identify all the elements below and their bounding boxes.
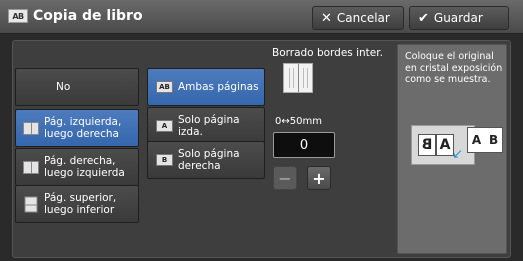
instruction-panel: Coloque el original en cristal exposició… (397, 44, 507, 254)
check-icon: ✔ (418, 10, 429, 26)
save-button[interactable]: ✔ Guardar (409, 6, 509, 30)
option-both-pages[interactable]: AB Ambas páginas (147, 68, 265, 106)
cancel-button[interactable]: ✕ Cancelar (312, 6, 404, 30)
arrow-icon: ↙ (452, 147, 463, 162)
window: AB Copia de libro ✕ Cancelar ✔ Guardar N… (0, 0, 523, 261)
range-label: 0↔50mm (275, 116, 322, 127)
title-bar: AB Copia de libro ✕ Cancelar ✔ Guardar (0, 0, 523, 34)
decrement-button[interactable]: − (273, 166, 297, 190)
option-left-page-only[interactable]: A Solo página izda. (147, 107, 265, 145)
option-top-then-bottom[interactable]: Pág. superior, luego inferior (15, 185, 139, 223)
result-pages: A B (467, 127, 503, 153)
result-page-a: A (471, 133, 482, 147)
book-gutter-icon (283, 63, 313, 93)
close-icon: ✕ (321, 10, 332, 26)
option-right-then-left[interactable]: Pág. derecha, luego izquierda (15, 148, 139, 186)
save-label: Guardar (433, 11, 483, 25)
option-label: Pág. superior, luego inferior (44, 192, 117, 216)
instruction-text: Coloque el original en cristal exposició… (405, 51, 503, 85)
placement-illustration: B A ↙ A B (411, 125, 503, 165)
page-title: Copia de libro (33, 8, 143, 24)
both-pages-icon: AB (156, 81, 173, 93)
option-label: Solo página derecha (178, 148, 240, 172)
option-label: Pág. derecha, luego izquierda (44, 155, 125, 179)
book-copy-icon: AB (8, 9, 28, 23)
option-no[interactable]: No (15, 68, 139, 106)
platen-glass: B A (411, 125, 475, 165)
increment-button[interactable]: + (307, 166, 331, 190)
right-page-icon: B (156, 154, 173, 166)
open-book-icon (23, 161, 39, 174)
cancel-label: Cancelar (336, 11, 390, 25)
option-label: Solo página izda. (178, 114, 240, 138)
left-page-icon: A (156, 120, 173, 132)
result-page-b: B (488, 133, 499, 147)
edge-erase-label: Borrado bordes inter. (272, 47, 383, 59)
open-book-icon (23, 122, 39, 135)
option-label: No (56, 81, 71, 93)
page-b-mirrored: B (418, 134, 436, 156)
open-book-vertical-icon (24, 196, 38, 213)
edge-erase-value-field[interactable]: 0 (273, 132, 335, 158)
option-label: Pág. izquierda, luego derecha (44, 116, 122, 140)
option-right-page-only[interactable]: B Solo página derecha (147, 141, 265, 179)
option-label: Ambas páginas (178, 81, 259, 93)
option-left-then-right[interactable]: Pág. izquierda, luego derecha (15, 109, 139, 147)
